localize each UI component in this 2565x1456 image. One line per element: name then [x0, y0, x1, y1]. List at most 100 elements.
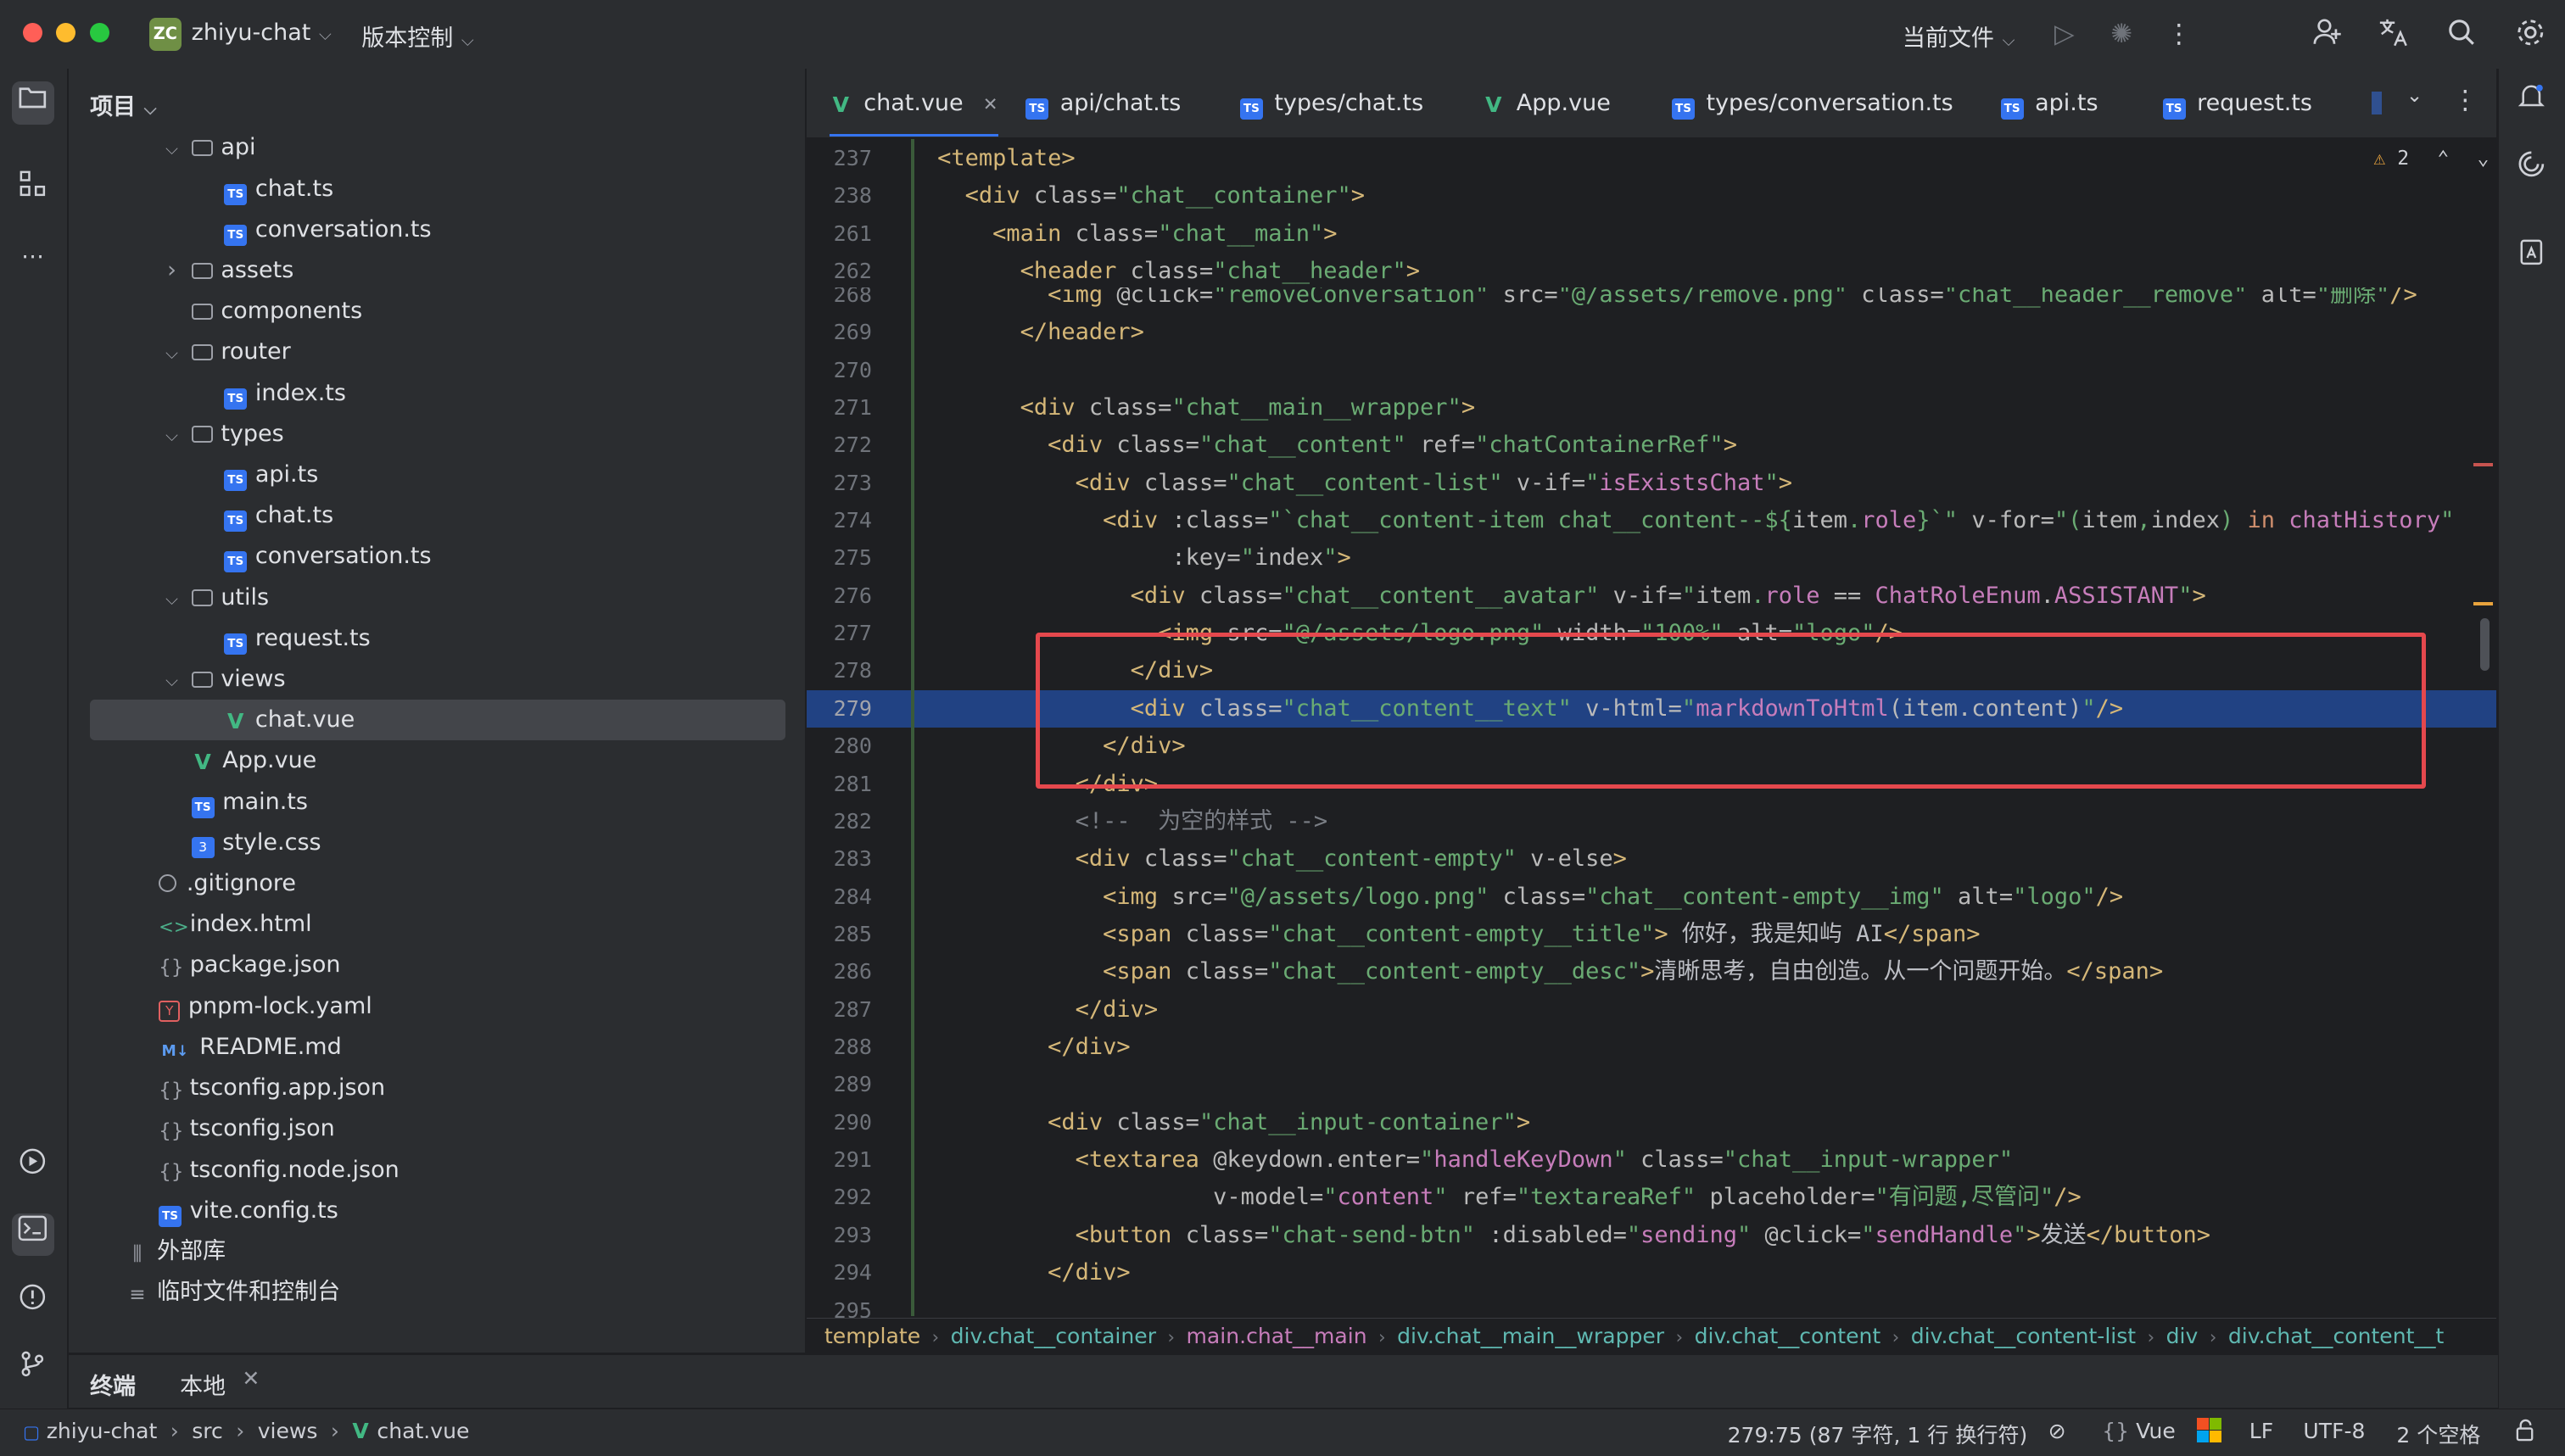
- tree-file[interactable]: TSconversation.ts: [90, 536, 785, 577]
- tree-file[interactable]: ≡临时文件和控制台: [90, 1272, 785, 1313]
- code-line[interactable]: 274 <div :class="`chat__content-item cha…: [807, 502, 2496, 539]
- run-icon[interactable]: ▷: [2047, 16, 2082, 52]
- tab-terminal[interactable]: 终端: [90, 1368, 136, 1401]
- tree-file[interactable]: M↓README.md: [90, 1027, 785, 1068]
- status-path-segment[interactable]: views: [258, 1419, 318, 1443]
- code-line[interactable]: 262 <header class="chat__header">: [807, 253, 2496, 290]
- code-line[interactable]: 285 <span class="chat__content-empty__ti…: [807, 916, 2496, 953]
- chevron-down-icon[interactable]: ⌵: [162, 661, 182, 701]
- power-save-icon[interactable]: ⊘: [2048, 1419, 2066, 1443]
- tree-file[interactable]: ⫼外部库: [90, 1231, 785, 1272]
- project-badge[interactable]: ZC: [149, 18, 182, 51]
- tree-file[interactable]: TSvite.config.ts: [90, 1191, 785, 1231]
- editor-tab[interactable]: TSrequest.ts: [2163, 69, 2312, 137]
- services-icon[interactable]: [12, 1146, 54, 1189]
- tree-folder[interactable]: ⌵api: [90, 127, 785, 168]
- tree-file[interactable]: TSconversation.ts: [90, 209, 785, 250]
- debug-icon[interactable]: ✺: [2104, 16, 2139, 52]
- close-icon[interactable]: ✕: [242, 1366, 260, 1391]
- code-line[interactable]: 282 <!-- 为空的样式 -->: [807, 803, 2496, 840]
- indent-setting[interactable]: 2 个空格: [2396, 1419, 2480, 1449]
- tree-folder[interactable]: ⌵router: [90, 332, 785, 372]
- tree-folder[interactable]: ⌵types: [90, 414, 785, 455]
- problems-icon[interactable]: [12, 1282, 54, 1325]
- code-line[interactable]: 275 :key="index">: [807, 539, 2496, 577]
- file-encoding[interactable]: UTF-8: [2303, 1419, 2365, 1443]
- status-path-segment[interactable]: zhiyu-chat: [47, 1419, 158, 1443]
- tree-file[interactable]: {}package.json: [90, 945, 785, 985]
- window-maximize-button[interactable]: [90, 23, 109, 42]
- code-line[interactable]: 261 <main class="chat__main">: [807, 215, 2496, 253]
- code-line[interactable]: 269 </header>: [807, 314, 2496, 351]
- git-branch-icon[interactable]: [12, 1349, 54, 1392]
- breadcrumb-item[interactable]: main.chat__main: [1186, 1324, 1366, 1348]
- more-actions-icon[interactable]: ⋮: [2161, 16, 2197, 52]
- caret-position[interactable]: 279:75 (87 字符, 1 行 换行符): [1728, 1419, 2028, 1449]
- tree-file[interactable]: TSrequest.ts: [90, 618, 785, 659]
- tree-file[interactable]: .gitignore: [90, 863, 785, 904]
- breadcrumb-item[interactable]: div: [2166, 1324, 2199, 1348]
- vcs-menu[interactable]: 版本控制⌵: [361, 20, 473, 53]
- gear-icon[interactable]: [2512, 16, 2548, 52]
- code-line[interactable]: 295: [807, 1292, 2496, 1319]
- breadcrumb-item[interactable]: div.chat__content: [1695, 1324, 1881, 1348]
- translate-icon[interactable]: [2375, 16, 2411, 52]
- tree-folder[interactable]: ⌵views: [90, 659, 785, 700]
- code-line[interactable]: 293 <button class="chat-send-btn" :disab…: [807, 1217, 2496, 1254]
- tree-file[interactable]: <>index.html: [90, 904, 785, 945]
- code-line[interactable]: 286 <span class="chat__content-empty__de…: [807, 953, 2496, 990]
- project-panel-title[interactable]: 项目⌵: [90, 88, 156, 121]
- code-line[interactable]: 294 </div>: [807, 1254, 2496, 1291]
- database-icon[interactable]: [2510, 237, 2552, 280]
- chevron-right-icon[interactable]: ›: [162, 250, 182, 291]
- breadcrumb-item[interactable]: template: [824, 1324, 920, 1348]
- tree-folder[interactable]: ›assets: [90, 250, 785, 291]
- tree-folder[interactable]: ⌵utils: [90, 577, 785, 618]
- status-path-segment[interactable]: src: [192, 1419, 223, 1443]
- tab-terminal-local[interactable]: 本地: [180, 1368, 226, 1401]
- more-tools-icon[interactable]: ⋯: [12, 236, 54, 278]
- folder-icon[interactable]: [12, 81, 54, 124]
- tree-file[interactable]: {}tsconfig.node.json: [90, 1150, 785, 1191]
- tree-file[interactable]: TSchat.ts: [90, 495, 785, 536]
- tree-file[interactable]: TSmain.ts: [90, 782, 785, 823]
- code-line[interactable]: 276 <div class="chat__content__avatar" v…: [807, 577, 2496, 615]
- file-language[interactable]: {} Vue: [2102, 1419, 2176, 1443]
- code-line[interactable]: 238 <div class="chat__container">: [807, 177, 2496, 215]
- window-minimize-button[interactable]: [56, 23, 75, 42]
- tree-file[interactable]: Vchat.vue: [90, 700, 785, 740]
- run-config-selector[interactable]: 当前文件⌵: [1903, 20, 2015, 53]
- tree-file[interactable]: TSapi.ts: [90, 455, 785, 495]
- breadcrumb-item[interactable]: div.chat__main__wrapper: [1397, 1324, 1664, 1348]
- chevron-down-icon[interactable]: ⌵: [162, 416, 182, 456]
- chevron-down-icon[interactable]: ⌵: [162, 579, 182, 620]
- chevron-down-icon[interactable]: ⌵: [162, 333, 182, 374]
- code-line[interactable]: 289: [807, 1066, 2496, 1103]
- project-switcher[interactable]: zhiyu-chat⌵: [192, 20, 332, 46]
- status-path[interactable]: ▢zhiyu-chat›src›views›Vchat.vue: [23, 1419, 469, 1443]
- line-separator[interactable]: LF: [2249, 1419, 2273, 1443]
- chevron-down-icon[interactable]: ⌵: [162, 129, 182, 170]
- lock-icon[interactable]: [2514, 1419, 2537, 1447]
- tree-file[interactable]: {}tsconfig.app.json: [90, 1068, 785, 1108]
- code-line[interactable]: 291 <textarea @keydown.enter="handleKeyD…: [807, 1141, 2496, 1179]
- code-line[interactable]: 270: [807, 352, 2496, 389]
- notifications-icon[interactable]: [2510, 81, 2552, 124]
- tab-list-chevron-icon[interactable]: ⌄: [2406, 85, 2422, 107]
- code-line[interactable]: 284 <img src="@/assets/logo.png" class="…: [807, 879, 2496, 916]
- code-line[interactable]: 268 <img @click="removeConversation" src…: [807, 287, 2496, 314]
- code-line[interactable]: 271 <div class="chat__main__wrapper">: [807, 389, 2496, 427]
- search-icon[interactable]: [2444, 16, 2479, 52]
- breadcrumb-item[interactable]: div.chat__container: [951, 1324, 1156, 1348]
- tree-file[interactable]: TSchat.ts: [90, 169, 785, 209]
- structure-icon[interactable]: [12, 169, 54, 211]
- editor-tab[interactable]: TStypes/chat.ts: [1240, 69, 1423, 137]
- tree-file[interactable]: 3style.css: [90, 823, 785, 863]
- tree-file[interactable]: Ypnpm-lock.yaml: [90, 986, 785, 1027]
- editor-tab[interactable]: TSapi/chat.ts: [1025, 69, 1181, 137]
- status-path-segment[interactable]: chat.vue: [377, 1419, 469, 1443]
- tree-file[interactable]: {}tsconfig.json: [90, 1108, 785, 1149]
- add-user-icon[interactable]: [2310, 16, 2345, 52]
- tree-folder[interactable]: components: [90, 291, 785, 332]
- code-editor[interactable]: 268 <img @click="removeConversation" src…: [807, 287, 2496, 1318]
